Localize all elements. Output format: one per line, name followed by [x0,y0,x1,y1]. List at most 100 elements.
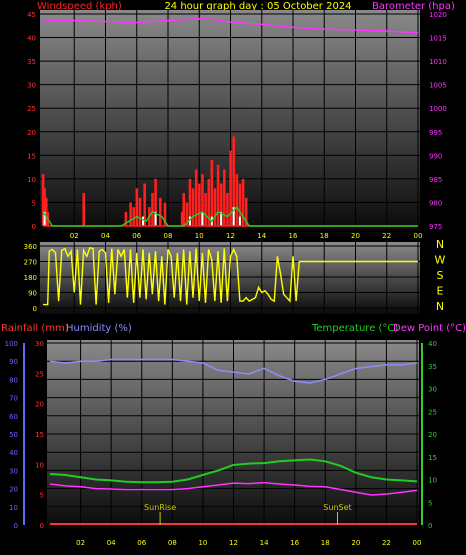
barometer-tick-label: 1015 [429,35,447,43]
temp-panel-x-tick-labels: 02 04 06 08 10 12 14 16 18 20 22 00 [76,539,421,547]
temperature-legend: Temperature (°C) [311,323,398,334]
x-tick-label: 22 [382,232,391,240]
temperature-tick-label: 30 [428,386,437,394]
compass-label: S [437,269,444,282]
windspeed-bar [191,188,195,226]
barometer-tick-label: 990 [429,152,442,160]
windspeed-bar [132,207,136,226]
x-tick-label: 08 [164,232,173,240]
x-tick-label: 08 [168,539,177,547]
humidity-legend: Humidity (%) [66,323,132,334]
gust-bar [142,216,144,226]
windspeed-tick-label: 10 [27,176,36,184]
x-tick-label: 18 [321,539,330,547]
windspeed-bar [198,183,201,226]
barometer-tick-label: 980 [429,199,442,207]
sun-annotation-label: SunSet [323,503,351,512]
windspeed-bar [204,193,207,226]
direction-tick-labels: 0 90 180 270 360 [24,243,37,313]
windspeed-tick-label: 25 [27,105,36,113]
temperature-tick-label: 5 [428,499,432,507]
barometer-tick-label: 985 [429,176,442,184]
x-tick-label: 14 [257,232,266,240]
rainfall-tick-label: 0 [40,522,44,530]
windspeed-bar [135,188,139,226]
x-tick-label: 00 [414,232,423,240]
humidity-tick-label: 50 [9,431,18,439]
temperature-tick-label: 0 [428,522,432,530]
x-tick-label: 02 [76,539,85,547]
x-tick-label: 12 [226,232,235,240]
windspeed-bar [213,188,217,226]
humidity-tick-label: 70 [9,395,18,403]
humidity-tick-label: 20 [9,486,18,494]
rainfall-tick-label: 30 [35,340,44,348]
windspeed-bar [223,169,226,226]
direction-tick-label: 90 [28,290,37,298]
wind-panel-x-tick-labels: 02 04 06 08 10 12 14 16 18 20 22 00 [70,232,423,240]
rainfall-tick-label: 15 [35,431,44,439]
windspeed-tick-label: 40 [27,35,36,43]
barometer-tick-label: 1005 [429,82,447,90]
direction-tick-label: 360 [24,243,37,251]
gust-bar [201,211,204,226]
sun-annotation-label: SunRise [144,503,176,512]
rainfall-legend: Rainfall (mm) [1,323,69,334]
windspeed-bar [82,193,86,226]
humidity-tick-label: 90 [9,358,18,366]
x-tick-label: 18 [320,232,329,240]
weather-graph: Windspeed (kph) 24 hour graph day : 05 O… [1,1,466,547]
windspeed-tick-label: 20 [27,129,36,137]
wind-barometer-panel: 051015202530354045 975980985990995100010… [27,10,447,240]
barometer-tick-label: 1000 [429,105,447,113]
rainfall-tick-label: 20 [35,401,44,409]
compass-label: N [436,300,444,313]
windspeed-bar [158,197,162,226]
temperature-tick-label: 25 [428,408,437,416]
windspeed-bar [182,193,186,226]
humidity-tick-label: 30 [9,467,18,475]
windspeed-tick-label: 15 [27,152,36,160]
windspeed-bar [194,169,198,226]
temperature-tick-label: 10 [428,477,437,485]
windspeed-bar [226,193,229,226]
humidity-tick-labels: 0 10 20 30 40 50 60 70 80 90 100 [5,340,25,530]
temperature-tick-label: 35 [428,363,437,371]
x-tick-label: 12 [229,539,238,547]
compass-labels: NWSEN [435,238,446,313]
windspeed-tick-label: 30 [27,82,36,90]
x-tick-label: 06 [137,539,146,547]
humidity-tick-label: 80 [9,376,18,384]
windspeed-bar [216,164,220,226]
x-tick-label: 06 [132,232,141,240]
wind-direction-panel: 090180270360 NWSEN [24,238,446,314]
x-tick-label: 22 [382,539,391,547]
dewpoint-legend: Dew Point (°C) [393,323,466,334]
x-tick-label: 10 [198,539,207,547]
humidity-tick-label: 10 [9,504,18,512]
x-tick-label: 00 [413,539,422,547]
humidity-tick-label: 40 [9,449,18,457]
direction-tick-label: 0 [33,305,37,313]
barometer-tick-label: 1010 [429,58,447,66]
temperature-tick-label: 15 [428,454,437,462]
windspeed-tick-label: 35 [27,58,36,66]
windspeed-bar [151,193,154,226]
humidity-tick-label: 100 [5,340,18,348]
temperature-tick-label: 40 [428,340,437,348]
x-tick-label: 14 [260,539,269,547]
rainfall-tick-label: 5 [40,492,44,500]
barometer-tick-labels: 975 980 985 990 995 1000 1005 1010 1015 1020 [429,11,447,231]
x-tick-label: 04 [107,539,116,547]
compass-label: E [437,285,444,298]
temperature-tick-labels: 0 5 10 15 20 25 30 35 40 [421,340,437,530]
compass-label: N [436,238,444,251]
windspeed-bar [138,197,142,226]
temperature-tick-label: 20 [428,431,437,439]
x-tick-label: 10 [195,232,204,240]
windspeed-tick-label: 5 [32,199,36,207]
humidity-tick-label: 0 [14,522,18,530]
humidity-tick-label: 60 [9,413,18,421]
direction-tick-label: 180 [24,274,37,282]
barometer-tick-label: 995 [429,129,442,137]
